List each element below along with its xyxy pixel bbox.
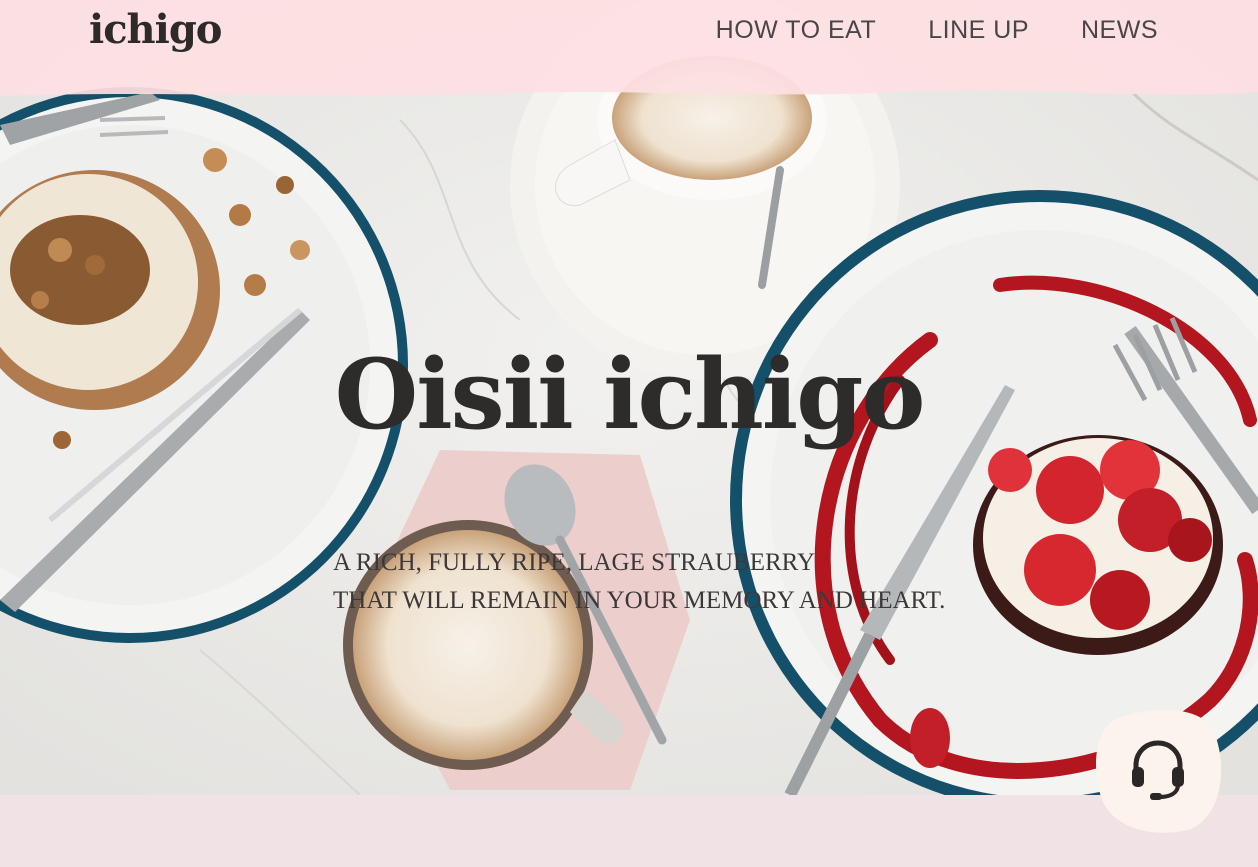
hero-tagline: A RICH, FULLY RIPE, LAGE STRAUBERRY THAT… bbox=[333, 544, 945, 620]
nav-news[interactable]: NEWS bbox=[1081, 16, 1158, 45]
hero-title: Oisii ichigo bbox=[334, 338, 926, 451]
site-header: ichigo HOW TO EAT LINE UP NEWS bbox=[0, 0, 1258, 100]
support-chat-button[interactable] bbox=[1095, 707, 1222, 833]
tagline-line-2: THAT WILL REMAIN IN YOUR MEMORY AND HEAR… bbox=[333, 587, 946, 614]
main-nav: HOW TO EAT LINE UP NEWS bbox=[716, 16, 1158, 45]
headset-icon bbox=[1132, 740, 1184, 800]
section-divider bbox=[0, 795, 1258, 867]
site-logo[interactable]: ichigo bbox=[89, 6, 222, 53]
nav-line-up[interactable]: LINE UP bbox=[928, 16, 1029, 45]
tagline-line-1: A RICH, FULLY RIPE, LAGE STRAUBERRY bbox=[333, 549, 816, 576]
nav-how-to-eat[interactable]: HOW TO EAT bbox=[716, 16, 877, 45]
hero-section: Oisii ichigo A RICH, FULLY RIPE, LAGE ST… bbox=[0, 0, 1258, 795]
